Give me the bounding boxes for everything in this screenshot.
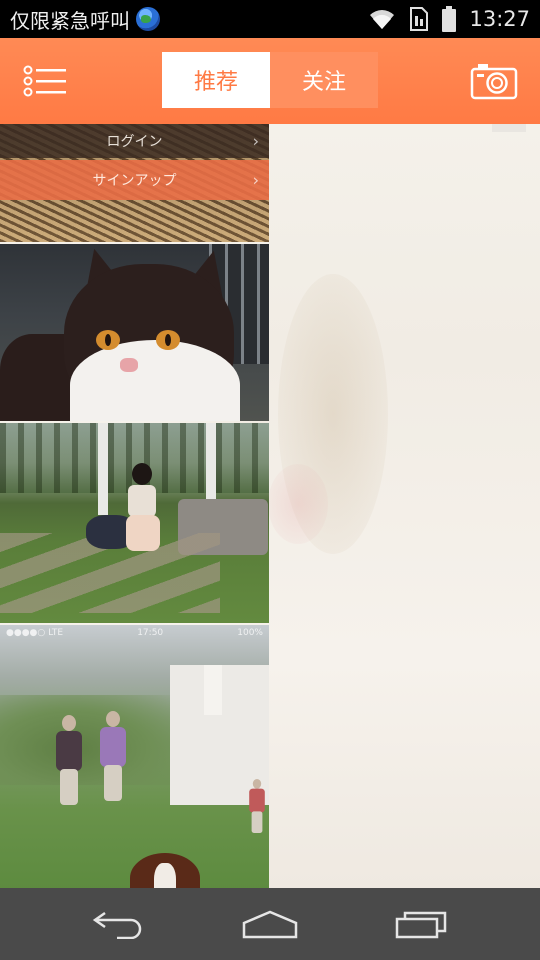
pillar	[98, 423, 108, 515]
cat-nose	[120, 358, 138, 372]
back-button[interactable]	[84, 906, 154, 942]
blurred-background-image	[268, 124, 540, 888]
walker-head	[62, 715, 76, 731]
walker-legs	[60, 769, 78, 805]
walker-legs	[251, 811, 263, 833]
person-head	[132, 463, 152, 485]
walker-head	[252, 779, 262, 789]
tab-recommended[interactable]: 推荐	[162, 52, 270, 108]
tab-following[interactable]: 关注	[270, 52, 378, 108]
walker-body	[56, 731, 82, 771]
dog	[130, 853, 200, 888]
phone-status-overlay: ●●●●○ LTE 17:50 100%	[0, 625, 269, 641]
status-right: 13:27	[367, 0, 530, 38]
trees	[0, 695, 180, 785]
cat-eye	[156, 330, 180, 350]
wifi-icon	[370, 10, 395, 29]
walker	[248, 779, 266, 833]
blur-shape	[268, 464, 328, 544]
tab-recommended-label: 推荐	[193, 70, 238, 95]
walker-legs	[104, 765, 122, 801]
cat-white-fur	[70, 340, 240, 421]
app-bar: 推荐 关注	[0, 38, 540, 124]
back-icon	[92, 911, 142, 939]
walker	[54, 715, 84, 805]
phone-time-text: 17:50	[137, 628, 164, 638]
camera-button[interactable]	[470, 62, 518, 100]
signup-button[interactable]: サインアップ ›	[0, 160, 269, 200]
chevron-right-icon: ›	[252, 131, 259, 151]
person-legs	[126, 515, 160, 551]
chevron-right-icon: ›	[252, 170, 259, 190]
signup-label: サインアップ	[92, 173, 177, 189]
clock: 13:27	[469, 7, 530, 31]
navigation-bar	[0, 888, 540, 960]
photo-feed[interactable]: ログイン › サインアップ › ●●●●○ LTE 17:50 100%	[0, 124, 269, 888]
home-icon	[242, 910, 298, 939]
chimney	[204, 665, 222, 715]
carrier-text: 仅限紧急呼叫	[10, 8, 130, 33]
person-torso	[128, 485, 156, 517]
feed-card-cat[interactable]	[0, 244, 269, 421]
phone-battery-text: 100%	[237, 628, 263, 638]
recent-apps-icon	[395, 911, 447, 939]
panel-handle	[492, 124, 526, 132]
login-button[interactable]: ログイン ›	[0, 124, 269, 158]
login-label: ログイン	[106, 134, 163, 150]
walker-head	[106, 711, 120, 727]
content-area: ログイン › サインアップ › ●●●●○ LTE 17:50 100%	[0, 124, 540, 888]
phone-signal-text: ●●●●○ LTE	[6, 628, 64, 638]
menu-button[interactable]	[22, 64, 68, 98]
status-bar: 仅限紧急呼叫 13:27	[0, 0, 540, 38]
person	[122, 463, 162, 553]
camera-icon	[470, 64, 518, 100]
walker-body	[249, 788, 265, 813]
feed-card-park-walkers[interactable]: ●●●●○ LTE 17:50 100%	[0, 625, 269, 888]
tab-following-label: 关注	[301, 70, 346, 95]
feed-card-park-girl[interactable]	[0, 423, 269, 623]
battery-icon	[442, 6, 457, 32]
list-menu-icon	[23, 65, 66, 97]
feed-card-login[interactable]: ログイン › サインアップ ›	[0, 124, 269, 242]
recent-apps-button[interactable]	[386, 906, 456, 942]
walker-body	[100, 727, 126, 767]
home-button[interactable]	[235, 906, 305, 942]
sim-icon	[410, 7, 429, 31]
status-left: 仅限紧急呼叫	[10, 0, 160, 38]
cat-eye	[96, 330, 120, 350]
walker	[98, 711, 128, 801]
feed-tabs: 推荐 关注	[162, 52, 378, 108]
globe-icon	[136, 7, 160, 31]
